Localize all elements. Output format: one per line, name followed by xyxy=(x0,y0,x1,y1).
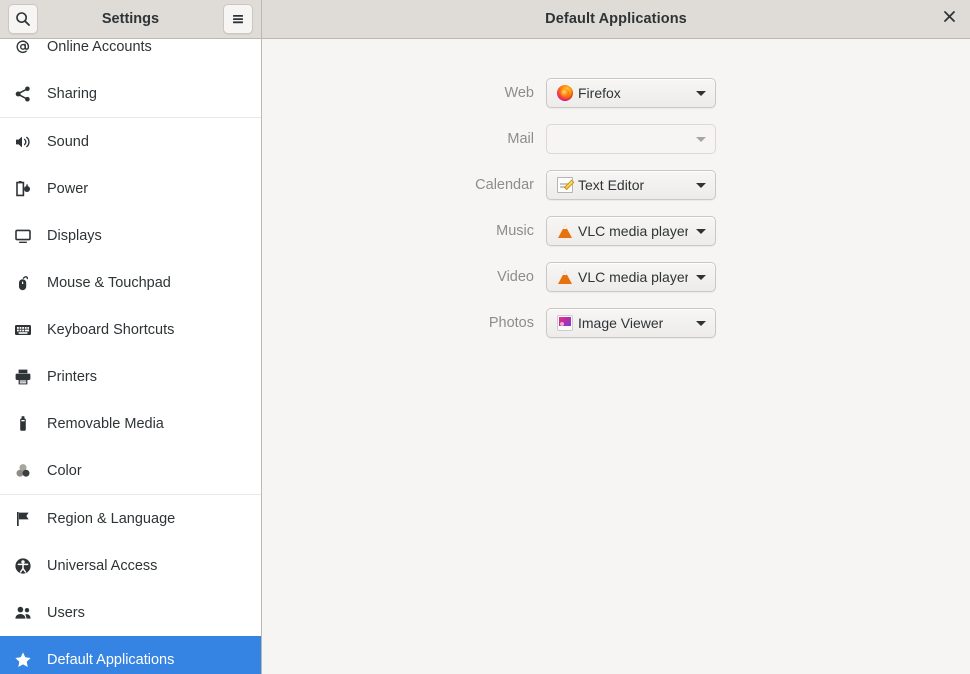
chevron-down-icon xyxy=(688,228,706,234)
sidebar-item-removable-media[interactable]: Removable Media xyxy=(0,400,261,447)
speaker-volume-icon xyxy=(10,133,36,151)
monitor-display-icon xyxy=(10,227,36,245)
sidebar-item-sound[interactable]: Sound xyxy=(0,118,261,165)
chevron-down-icon xyxy=(688,90,706,96)
sidebar-item-keyboard-shortcuts[interactable]: Keyboard Shortcuts xyxy=(0,306,261,353)
pref-row-web: Web Firefox xyxy=(262,78,970,108)
pref-row-calendar: Calendar Text Editor xyxy=(262,170,970,200)
combo-calendar[interactable]: Text Editor xyxy=(546,170,716,200)
combo-value-music: VLC media player xyxy=(578,223,688,239)
sidebar-item-default-applications[interactable]: Default Applications xyxy=(0,636,261,674)
close-icon xyxy=(943,10,956,28)
sidebar-item-label: Users xyxy=(47,604,85,621)
sidebar-item-color[interactable]: Color xyxy=(0,447,261,494)
combo-value-calendar: Text Editor xyxy=(578,177,645,193)
pref-row-music: Music VLC media player xyxy=(262,216,970,246)
mouse-icon xyxy=(10,274,36,292)
combo-value-video: VLC media player xyxy=(578,269,688,285)
sidebar-header-title: Settings xyxy=(101,11,160,27)
keyboard-icon xyxy=(10,321,36,339)
sidebar-item-power[interactable]: Power xyxy=(0,165,261,212)
sidebar-item-region-language[interactable]: Region & Language xyxy=(0,495,261,542)
sidebar-item-label: Power xyxy=(47,180,89,197)
search-icon xyxy=(15,11,31,27)
sidebar-item-displays[interactable]: Displays xyxy=(0,212,261,259)
pref-label-mail: Mail xyxy=(507,131,534,147)
settings-window: Settings Default Applications Online Acc… xyxy=(0,0,970,674)
sidebar-item-label: Region & Language xyxy=(47,510,176,527)
sidebar-item-label: Default Applications xyxy=(47,651,175,668)
page-title: Default Applications xyxy=(545,11,687,27)
sidebar-item-online-accounts[interactable]: Online Accounts xyxy=(0,39,261,70)
close-button[interactable] xyxy=(938,8,960,30)
sidebar-item-users[interactable]: Users xyxy=(0,589,261,636)
sidebar-item-printers[interactable]: Printers xyxy=(0,353,261,400)
hamburger-menu-icon xyxy=(230,11,246,27)
pref-row-video: Video VLC media player xyxy=(262,262,970,292)
pref-label-web: Web xyxy=(504,85,534,101)
people-icon xyxy=(10,604,36,622)
combo-music[interactable]: VLC media player xyxy=(546,216,716,246)
combo-value-web: Firefox xyxy=(578,85,621,101)
sidebar-item-label: Mouse & Touchpad xyxy=(47,274,171,291)
text-editor-icon xyxy=(557,177,573,193)
chevron-down-icon xyxy=(688,182,706,188)
chevron-down-icon xyxy=(688,136,706,142)
combo-web[interactable]: Firefox xyxy=(546,78,716,108)
share-nodes-icon xyxy=(10,85,36,103)
sidebar-item-label: Printers xyxy=(47,368,97,385)
combo-photos[interactable]: Image Viewer xyxy=(546,308,716,338)
combo-video[interactable]: VLC media player xyxy=(546,262,716,292)
image-viewer-icon xyxy=(557,315,573,331)
usb-drive-icon xyxy=(10,415,36,433)
at-sign-icon xyxy=(10,39,36,56)
default-applications-list: Web Firefox Mail Calendar Text Editor Music VL… xyxy=(262,39,970,338)
pref-label-music: Music xyxy=(496,223,534,239)
pref-label-video: Video xyxy=(497,269,534,285)
sidebar-list: Online Accounts Sharing Sound Power Displays… xyxy=(0,39,261,674)
flag-icon xyxy=(10,510,36,528)
sidebar-item-sharing[interactable]: Sharing xyxy=(0,70,261,117)
settings-sidebar[interactable]: Online Accounts Sharing Sound Power Displays… xyxy=(0,39,262,674)
content-area: Web Firefox Mail Calendar Text Editor Music VL… xyxy=(262,39,970,674)
pref-row-photos: Photos Image Viewer xyxy=(262,308,970,338)
vlc-icon xyxy=(557,223,573,239)
firefox-icon xyxy=(557,85,573,101)
window-body: Online Accounts Sharing Sound Power Displays… xyxy=(0,39,970,674)
pref-label-photos: Photos xyxy=(488,315,534,331)
sidebar-item-label: Online Accounts xyxy=(47,39,152,55)
combo-mail xyxy=(546,124,716,154)
sidebar-header: Settings xyxy=(0,0,262,38)
sidebar-item-label: Displays xyxy=(47,227,102,244)
sidebar-item-label: Keyboard Shortcuts xyxy=(47,321,175,338)
header-bar: Settings Default Applications xyxy=(0,0,970,39)
content-header: Default Applications xyxy=(262,0,970,38)
sidebar-item-label: Universal Access xyxy=(47,557,158,574)
accessibility-icon xyxy=(10,557,36,575)
search-button[interactable] xyxy=(8,4,38,34)
main-menu-button[interactable] xyxy=(223,4,253,34)
sidebar-item-universal-access[interactable]: Universal Access xyxy=(0,542,261,589)
chevron-down-icon xyxy=(688,320,706,326)
chevron-down-icon xyxy=(688,274,706,280)
pref-label-calendar: Calendar xyxy=(475,177,534,193)
sidebar-item-label: Removable Media xyxy=(47,415,164,432)
vlc-icon xyxy=(557,269,573,285)
color-circles-icon xyxy=(10,462,36,480)
pref-row-mail: Mail xyxy=(262,124,970,154)
sidebar-item-label: Sound xyxy=(47,133,89,150)
sidebar-item-label: Sharing xyxy=(47,85,97,102)
star-icon xyxy=(10,651,36,669)
sidebar-item-mouse-touchpad[interactable]: Mouse & Touchpad xyxy=(0,259,261,306)
printer-icon xyxy=(10,368,36,386)
sidebar-item-label: Color xyxy=(47,462,82,479)
combo-value-photos: Image Viewer xyxy=(578,315,664,331)
battery-power-icon xyxy=(10,180,36,198)
